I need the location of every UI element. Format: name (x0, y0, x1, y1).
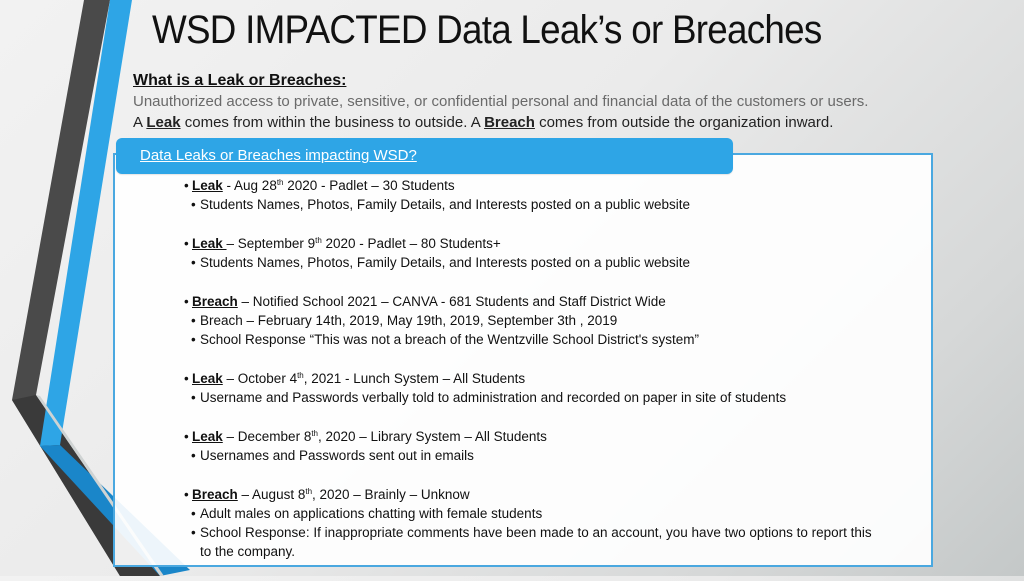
incident-item: Leak – December 8th, 2020 – Library Syst… (184, 427, 884, 465)
incident-item: Leak - Aug 28th 2020 - Padlet – 30 Stude… (184, 176, 884, 214)
incident-detail: School Response: If inappropriate commen… (184, 523, 884, 561)
incident-summary-text: , 2020 – Brainly – Unknow (312, 487, 470, 502)
incident-detail: Adult males on applications chatting wit… (184, 504, 884, 523)
incident-detail: Breach – February 14th, 2019, May 19th, … (184, 311, 884, 330)
incident-headline: Leak – October 4th, 2021 - Lunch System … (184, 369, 884, 388)
incident-item: Breach – Notified School 2021 – CANVA - … (184, 292, 884, 349)
incident-summary-text: 2020 - Padlet – 30 Students (283, 178, 455, 193)
incident-list: Leak - Aug 28th 2020 - Padlet – 30 Stude… (184, 176, 884, 581)
incident-summary-text: , 2021 - Lunch System – All Students (303, 371, 526, 386)
incident-type: Breach (192, 294, 238, 309)
incident-headline: Breach – August 8th, 2020 – Brainly – Un… (184, 485, 884, 504)
definition-heading: What is a Leak or Breaches: (133, 72, 347, 89)
slide-title: WSD IMPACTED Data Leak’s or Breaches (152, 8, 822, 52)
panel-header: Data Leaks or Breaches impacting WSD? (116, 138, 733, 174)
incident-type: Leak (192, 429, 223, 444)
definition-text: A (133, 114, 147, 131)
incident-headline: Leak – September 9th 2020 - Padlet – 80 … (184, 234, 884, 253)
incident-type: Leak (192, 236, 227, 251)
definition-section: What is a Leak or Breaches: Unauthorized… (133, 70, 933, 133)
breach-term: Breach (484, 114, 535, 131)
incident-item: Leak – September 9th 2020 - Padlet – 80 … (184, 234, 884, 272)
incident-date-text: – December 8 (222, 429, 312, 444)
incident-date-text: – Notified School 2021 – CANVA - 681 Stu… (237, 294, 666, 309)
panel-header-link[interactable]: Data Leaks or Breaches impacting WSD? (140, 147, 417, 164)
incident-summary-text: 2020 - Padlet – 80 Students+ (321, 236, 501, 251)
incident-detail: Students Names, Photos, Family Details, … (184, 195, 884, 214)
definition-text: comes from within the business to outsid… (180, 114, 485, 131)
leak-term: Leak (146, 114, 181, 131)
incident-type: Leak (192, 371, 223, 386)
incident-summary-text: , 2020 – Library System – All Students (318, 429, 547, 444)
incident-item: Leak – October 4th, 2021 - Lunch System … (184, 369, 884, 407)
incident-date-text: – October 4 (222, 371, 298, 386)
incident-detail: Students Names, Photos, Family Details, … (184, 253, 884, 272)
incident-date-text: – September 9 (226, 236, 316, 251)
incident-date-text: – August 8 (237, 487, 306, 502)
incident-item: Breach – August 8th, 2020 – Brainly – Un… (184, 485, 884, 561)
incident-headline: Leak - Aug 28th 2020 - Padlet – 30 Stude… (184, 176, 884, 195)
ordinal-suffix: th (276, 178, 284, 187)
ordinal-suffix: th (305, 487, 313, 496)
definition-text: comes from outside the organization inwa… (534, 114, 834, 131)
incident-detail: School Response “This was not a breach o… (184, 330, 884, 349)
incident-type: Breach (192, 487, 238, 502)
incident-detail: Usernames and Passwords sent out in emai… (184, 446, 884, 465)
incident-date-text: - Aug 28 (222, 178, 277, 193)
ordinal-suffix: th (297, 371, 304, 380)
incident-type: Leak (192, 178, 223, 193)
incident-headline: Leak – December 8th, 2020 – Library Syst… (184, 427, 884, 446)
ordinal-suffix: th (311, 429, 318, 438)
incident-detail: Username and Passwords verbally told to … (184, 388, 884, 407)
ordinal-suffix: th (315, 236, 322, 245)
leak-breach-definition: A Leak comes from within the business to… (133, 112, 933, 133)
definition-description: Unauthorized access to private, sensitiv… (133, 93, 869, 110)
incident-headline: Breach – Notified School 2021 – CANVA - … (184, 292, 884, 311)
